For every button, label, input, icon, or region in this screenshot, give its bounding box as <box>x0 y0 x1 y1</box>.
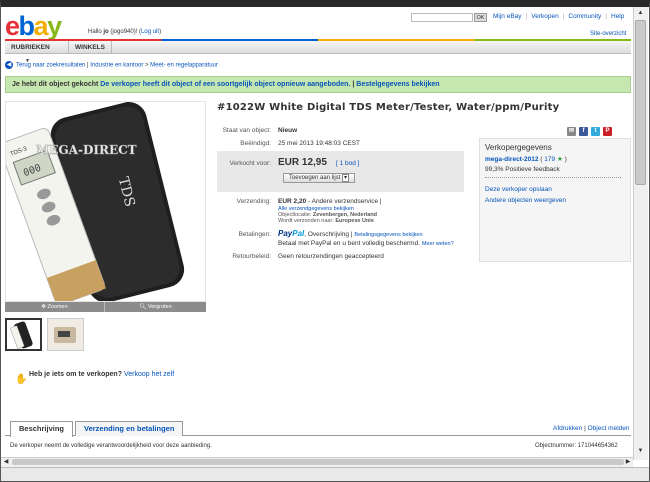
condition-value: Nieuw <box>278 127 298 134</box>
top-links: Mijn eBay | Verkopen | Community | Help <box>493 13 625 20</box>
sell-link[interactable]: Verkopen <box>531 13 558 20</box>
price-box <box>217 151 464 192</box>
tag-icon: ✋ <box>15 374 28 385</box>
scroll-down-arrow-icon[interactable]: ▼ <box>634 446 647 456</box>
image-toolbar: ✥ Zoomen 🔍︎ Vergroten <box>5 302 206 312</box>
save-seller-link[interactable]: Deze verkoper opslaan <box>485 186 552 193</box>
logo-letter: y <box>47 11 62 41</box>
community-link[interactable]: Community <box>568 13 601 20</box>
purchase-notice: Je hebt dit object gekocht De verkoper h… <box>5 76 631 93</box>
more-info-link[interactable]: Meer weten? <box>422 241 454 247</box>
print-link[interactable]: Afdrukken <box>553 425 582 432</box>
back-to-results-link[interactable]: Terug naar zoekresultaten <box>16 63 85 69</box>
facebook-icon[interactable]: f <box>579 127 588 136</box>
my-ebay-link[interactable]: Mijn eBay <box>493 13 522 20</box>
report-item-link[interactable]: Object melden <box>588 425 630 432</box>
back-arrow-icon[interactable]: ◀ <box>5 61 13 69</box>
sell-prompt: ✋ Heb je iets om te verkopen? Verkoop he… <box>5 365 206 387</box>
scroll-left-arrow-icon[interactable]: ◀ <box>1 457 11 467</box>
feedback-score-link[interactable]: 179 <box>544 156 555 163</box>
positive-feedback: 99,3% Positieve feedback <box>485 166 560 173</box>
brand-watermark: MEGA-DIRECT <box>36 143 137 157</box>
magnifier-icon: 🔍︎ <box>139 304 148 310</box>
twitter-icon[interactable]: t <box>591 127 600 136</box>
thumbnail-2[interactable] <box>47 318 84 351</box>
scroll-up-arrow-icon[interactable]: ▲ <box>634 8 647 18</box>
thumbnail-1[interactable] <box>5 318 42 351</box>
pinterest-icon[interactable]: P <box>603 127 612 136</box>
breadcrumb-item-measuring[interactable]: Meet- en regelapparatuur <box>150 63 218 69</box>
object-number: Objectnummer: 171044654362 <box>535 443 618 449</box>
paypal-protection: Betaal met PayPal en u bent volledig bes… <box>278 240 454 247</box>
payment-label: Betalingen: <box>238 231 271 238</box>
enlarge-button[interactable]: 🔍︎ Vergroten <box>105 302 206 312</box>
ended-label: Beëindigd: <box>240 140 271 147</box>
seller-heading: Verkopergegevens <box>485 143 552 152</box>
category-nav: RUBRIEKEN ▼ WINKELS <box>5 41 631 64</box>
sold-price: EUR 12,95 <box>278 157 327 168</box>
condition-label: Staat van object: <box>222 127 271 134</box>
other-items-link[interactable]: Andere objecten weergeven <box>485 197 566 204</box>
item-title: #1022W White Digital TDS Meter/Tester, W… <box>217 102 560 113</box>
bids-link[interactable]: [ 1 bod ] <box>336 160 360 167</box>
status-bar <box>1 467 649 481</box>
horizontal-scroll-thumb[interactable] <box>12 459 624 465</box>
seller-info: mega-direct-2012 ( 179 ★ ) <box>485 156 567 163</box>
dropdown-caret-icon[interactable]: ▾ <box>342 174 350 182</box>
categories-menu[interactable]: RUBRIEKEN ▼ <box>5 41 69 64</box>
logo-letter: e <box>5 11 20 41</box>
return-value: Geen retourzendingen geaccepteerd <box>278 253 384 260</box>
greeting: Hallo jo (jogo940)! (Log uit) <box>88 29 162 35</box>
product-image[interactable]: TDS 000 TDS-3 MEGA-DIRECT <box>5 101 206 302</box>
tab-shipping-payments[interactable]: Verzending en betalingen <box>75 421 184 436</box>
shipping-value: EUR 2,20 - Andere verzendservice | <box>278 198 382 205</box>
return-label: Retourbeleid: <box>232 253 271 260</box>
ebay-logo[interactable]: ebay <box>5 11 62 41</box>
breadcrumb-item-industry[interactable]: Industrie en kantoor <box>90 63 143 69</box>
logout-link[interactable]: Log uit <box>141 29 159 35</box>
add-to-list-button[interactable]: Toevoegen aan lijst ▾ <box>283 173 355 183</box>
item-actions: Afdrukken | Object melden <box>553 425 630 432</box>
logo-letter: b <box>18 11 36 41</box>
product-photo: TDS 000 TDS-3 MEGA-DIRECT <box>6 102 185 301</box>
shipping-label: Verzending: <box>236 198 271 205</box>
search-button[interactable]: OK <box>474 13 487 22</box>
sold-label: Verkocht voor: <box>229 160 271 167</box>
ended-value: 25 mei 2013 19:48:03 CEST <box>278 140 361 147</box>
seller-disclaimer: De verkoper neemt de volledige verantwoo… <box>10 443 212 449</box>
breadcrumb: ◀ Terug naar zoekresultaten | Industrie e… <box>5 61 218 69</box>
ships-to: Wordt verzonden naar: Europese Unie <box>278 218 374 224</box>
paypal-logo: PayPal <box>278 229 305 238</box>
order-details-link[interactable]: Bestelgegevens bekijken <box>356 81 439 88</box>
sell-link[interactable]: Verkoop het zelf <box>124 371 174 378</box>
seller-name-link[interactable]: mega-direct-2012 <box>485 156 538 163</box>
zoom-button[interactable]: ✥ Zoomen <box>5 302 105 312</box>
search-input[interactable] <box>411 13 473 22</box>
help-link[interactable]: Help <box>611 13 624 20</box>
site-overview-link[interactable]: Site-overzicht <box>590 31 626 37</box>
shops-menu[interactable]: WINKELS <box>69 41 112 54</box>
divider <box>485 177 621 178</box>
logo-letter: a <box>33 11 49 41</box>
email-icon[interactable]: ✉ <box>567 127 576 136</box>
payment-details-link[interactable]: Betalingsgegevens bekijken <box>354 232 422 238</box>
vertical-scroll-thumb[interactable] <box>635 20 646 185</box>
scroll-right-arrow-icon[interactable]: ▶ <box>623 457 633 467</box>
description-tabs: Beschrijving Verzending en betalingen <box>5 421 631 437</box>
payment-methods: PayPal, Overschrijving | Betalingsgegeve… <box>278 229 423 238</box>
tab-description[interactable]: Beschrijving <box>10 421 74 437</box>
